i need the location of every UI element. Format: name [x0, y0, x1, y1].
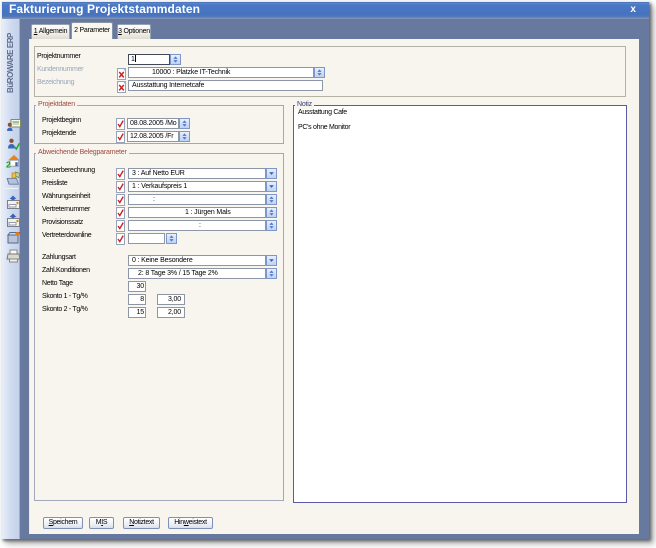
svg-text:2: 2 [6, 160, 11, 168]
